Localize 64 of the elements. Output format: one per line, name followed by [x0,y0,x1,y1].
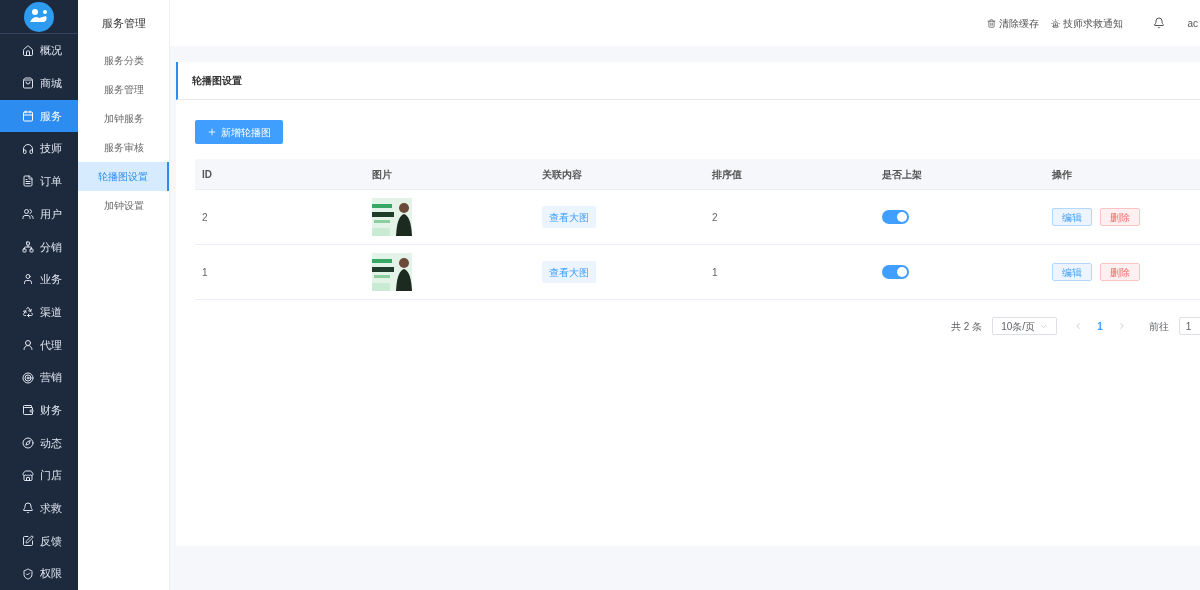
store-icon [22,469,34,482]
alarm-icon [1051,18,1061,28]
toggle-switch[interactable] [882,210,909,224]
sidebar-item[interactable]: 营销 [0,361,78,394]
column-header: ID [202,168,212,180]
users-icon [22,208,34,221]
submenu-item[interactable]: 加钟设置 [78,191,169,220]
home-icon [22,44,34,57]
sidebar-item[interactable]: 动态 [0,426,78,460]
bell-icon[interactable] [1153,17,1166,29]
column-header: 操作 [1052,168,1072,180]
sidebar-item[interactable]: 代理 [0,328,78,362]
page-size-select[interactable]: 10条/页 [992,317,1058,335]
wallet-icon [22,404,34,417]
shield-icon [22,567,34,580]
sidebar-item[interactable]: 用户 [0,197,78,231]
sidebar-item[interactable]: 分销 [0,230,78,264]
sidebar-item[interactable]: 商城 [0,67,78,100]
sidebar-item[interactable]: 概况 [0,34,78,67]
edit-icon [22,534,34,547]
network-icon [22,240,34,253]
bell-icon [22,502,34,515]
document-icon [22,175,34,188]
submenu-item[interactable]: 服务分类 [78,46,169,75]
table-cell: 2 [712,211,718,223]
user-name[interactable]: ac [1187,15,1198,31]
sidebar-item[interactable]: 渠道 [0,295,78,329]
goto-page-field[interactable]: 1 [1178,317,1200,335]
calendar-icon [22,110,34,123]
table-cell: 2 [202,211,208,223]
column-header: 图片 [372,168,392,180]
submenu-title: 服务管理 [100,15,147,31]
target-icon [22,371,34,384]
sidebar-item[interactable]: 技师 [0,132,78,166]
sidebar-item[interactable]: 财务 [0,393,78,427]
table-cell: 1 [202,266,208,278]
sidebar-item[interactable]: 反馈 [0,524,78,558]
goto-label: 前往 [1148,319,1169,334]
column-header: 关联内容 [542,168,582,180]
recycle-icon [22,306,34,319]
sidebar-item[interactable]: 订单 [0,165,78,198]
trash-icon [987,18,997,28]
table-cell: 1 [712,266,718,278]
page-title: 轮播图设置 [176,62,1200,100]
plus-icon [207,127,217,137]
sidebar-item[interactable]: 求救 [0,491,78,525]
column-header: 是否上架 [882,168,922,180]
submenu-item[interactable]: 服务管理 [78,75,169,104]
clear-cache-link[interactable]: 清除缓存 [987,15,1040,31]
column-header: 排序值 [712,168,742,180]
compass-icon [22,436,34,449]
person-icon [22,273,34,286]
sos-notice-link[interactable]: 技师求救通知 [1051,15,1124,31]
total-count: 共 2 条 [951,319,983,334]
submenu-item[interactable]: 加钟服务 [78,104,169,133]
person-icon [22,338,34,351]
sidebar-item[interactable]: 门店 [0,459,78,492]
bag-icon [22,77,34,90]
toggle-switch[interactable] [882,265,909,279]
sidebar-item[interactable]: 权限 [0,557,78,590]
logo-icon [24,1,54,32]
headset-icon [22,142,34,155]
submenu-item[interactable]: 服务审核 [78,133,169,162]
sidebar-item[interactable]: 业务 [0,263,78,296]
